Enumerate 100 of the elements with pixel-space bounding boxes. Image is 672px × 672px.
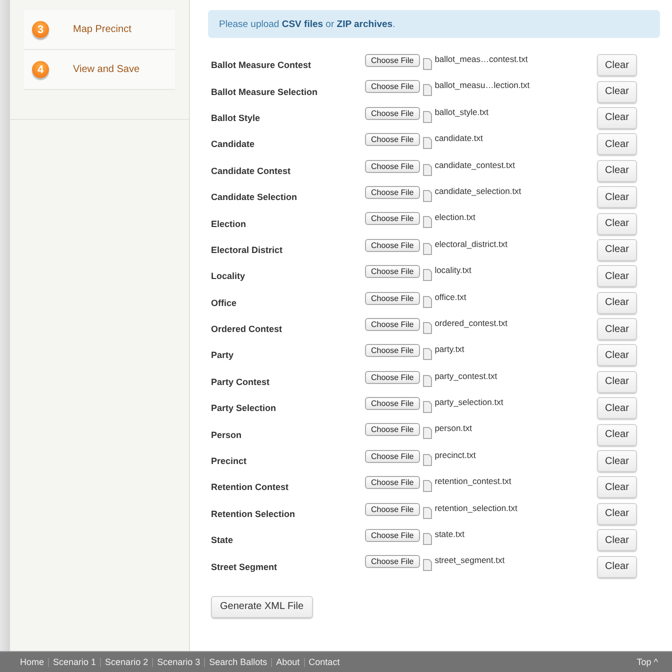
clear-button[interactable]: Clear (597, 502, 637, 525)
clear-button[interactable]: Clear (597, 54, 637, 76)
clear-button[interactable]: Clear (597, 106, 637, 129)
clear-button[interactable]: Clear (597, 265, 637, 288)
file-type-label: Street Segment (210, 562, 278, 572)
file-icon (422, 190, 432, 202)
file-name: person.txt (434, 423, 472, 434)
top-link[interactable]: Top ^ (636, 657, 658, 667)
choose-file-button[interactable]: Choose File (365, 212, 420, 226)
clear-button[interactable]: Clear (597, 238, 637, 261)
choose-file-button[interactable]: Choose File (365, 133, 420, 146)
file-type-label: Retention Contest (210, 482, 290, 492)
clear-button[interactable]: Clear (597, 186, 637, 208)
choose-file-button[interactable]: Choose File (365, 318, 420, 331)
choose-file-button[interactable]: Choose File (365, 160, 420, 173)
step-number-badge: 4 (32, 61, 49, 78)
choose-file-button[interactable]: Choose File (365, 423, 420, 436)
file-type-label: Electoral District (210, 244, 284, 255)
file-icon (422, 296, 432, 308)
file-name: locality.txt (434, 265, 472, 276)
clear-button[interactable]: Clear (597, 80, 637, 103)
file-type-label: Candidate Contest (210, 166, 292, 176)
file-name: ordered_contest.txt (434, 318, 508, 328)
file-name: retention_selection.txt (434, 502, 518, 513)
file-name: retention_contest.txt (434, 476, 512, 486)
file-icon (422, 269, 432, 282)
choose-file-button[interactable]: Choose File (365, 397, 420, 410)
file-icon (422, 533, 432, 546)
choose-file-button[interactable]: Choose File (365, 54, 420, 67)
clear-button[interactable]: Clear (597, 344, 637, 366)
file-name: party_selection.txt (434, 397, 504, 408)
footer-link[interactable]: Scenario 1 (53, 657, 96, 667)
file-name: precinct.txt (434, 450, 476, 460)
choose-file-button[interactable]: Choose File (365, 344, 420, 358)
file-name: party_contest.txt (434, 370, 498, 381)
file-name: election.txt (434, 212, 476, 222)
file-icon (422, 322, 432, 334)
file-type-label: Locality (210, 271, 246, 282)
file-type-label: Ballot Measure Contest (210, 60, 312, 70)
step-item[interactable]: 3 Map Precinct (24, 10, 175, 50)
file-icon (422, 84, 432, 96)
clear-button[interactable]: Clear (597, 476, 637, 498)
footer-link[interactable]: Home (20, 657, 44, 667)
choose-file-button[interactable]: Choose File (365, 265, 420, 278)
clear-button[interactable]: Clear (597, 424, 637, 446)
file-type-label: Precinct (210, 456, 248, 466)
file-type-label: Party Contest (210, 376, 271, 387)
footer-link[interactable]: Contact (308, 657, 340, 667)
file-icon (422, 58, 432, 70)
clear-button[interactable]: Clear (597, 450, 637, 472)
file-name: candidate_selection.txt (434, 186, 522, 196)
footer-link[interactable]: Search Ballots (209, 657, 268, 667)
choose-file-button[interactable]: Choose File (365, 106, 420, 120)
file-name: ballot_measu…lection.txt (434, 80, 530, 90)
file-type-label: Retention Selection (210, 508, 296, 519)
choose-file-button[interactable]: Choose File (365, 80, 420, 94)
choose-file-button[interactable]: Choose File (365, 529, 420, 542)
file-name: candidate.txt (434, 133, 483, 144)
choose-file-button[interactable]: Choose File (365, 555, 420, 568)
step-number-badge: 3 (32, 21, 49, 38)
file-icon (422, 348, 432, 360)
file-icon (422, 559, 432, 572)
file-type-label: Candidate Selection (210, 192, 298, 202)
clear-button[interactable]: Clear (597, 292, 637, 314)
file-name: ballot_style.txt (434, 106, 489, 117)
file-icon (422, 506, 432, 519)
generate-xml-button[interactable]: Generate XML File (211, 596, 313, 618)
choose-file-button[interactable]: Choose File (365, 502, 420, 516)
file-type-label: Ballot Style (210, 112, 262, 123)
file-name: office.txt (434, 292, 466, 302)
footer-link[interactable]: About (276, 657, 300, 667)
file-icon (422, 242, 432, 255)
choose-file-button[interactable]: Choose File (365, 370, 420, 384)
choose-file-button[interactable]: Choose File (365, 450, 420, 463)
step-item[interactable]: 4 View and Save (24, 50, 175, 90)
file-type-label: Ballot Measure Selection (210, 86, 319, 97)
clear-button[interactable]: Clear (597, 397, 637, 420)
footer-link[interactable]: Scenario 2 (105, 657, 148, 667)
file-type-label: Candidate (210, 139, 256, 150)
footer-link[interactable]: Scenario 3 (157, 657, 200, 667)
file-type-label: Party (210, 350, 235, 360)
clear-button[interactable]: Clear (597, 133, 637, 156)
upload-notice: Please upload CSV files or ZIP archives. (208, 10, 660, 38)
file-name: ballot_meas…contest.txt (434, 54, 528, 64)
choose-file-button[interactable]: Choose File (365, 186, 420, 199)
file-name: street_segment.txt (434, 555, 505, 566)
clear-button[interactable]: Clear (597, 212, 637, 235)
clear-button[interactable]: Clear (597, 370, 637, 393)
file-icon (422, 137, 432, 150)
choose-file-button[interactable]: Choose File (365, 476, 420, 490)
file-type-label: Person (210, 430, 243, 440)
choose-file-button[interactable]: Choose File (365, 292, 420, 305)
clear-button[interactable]: Clear (597, 318, 637, 340)
choose-file-button[interactable]: Choose File (365, 238, 420, 252)
file-icon (422, 110, 432, 123)
clear-button[interactable]: Clear (597, 556, 637, 578)
file-icon (422, 164, 432, 176)
clear-button[interactable]: Clear (597, 160, 637, 182)
file-type-label: Office (210, 298, 238, 308)
clear-button[interactable]: Clear (597, 529, 637, 552)
